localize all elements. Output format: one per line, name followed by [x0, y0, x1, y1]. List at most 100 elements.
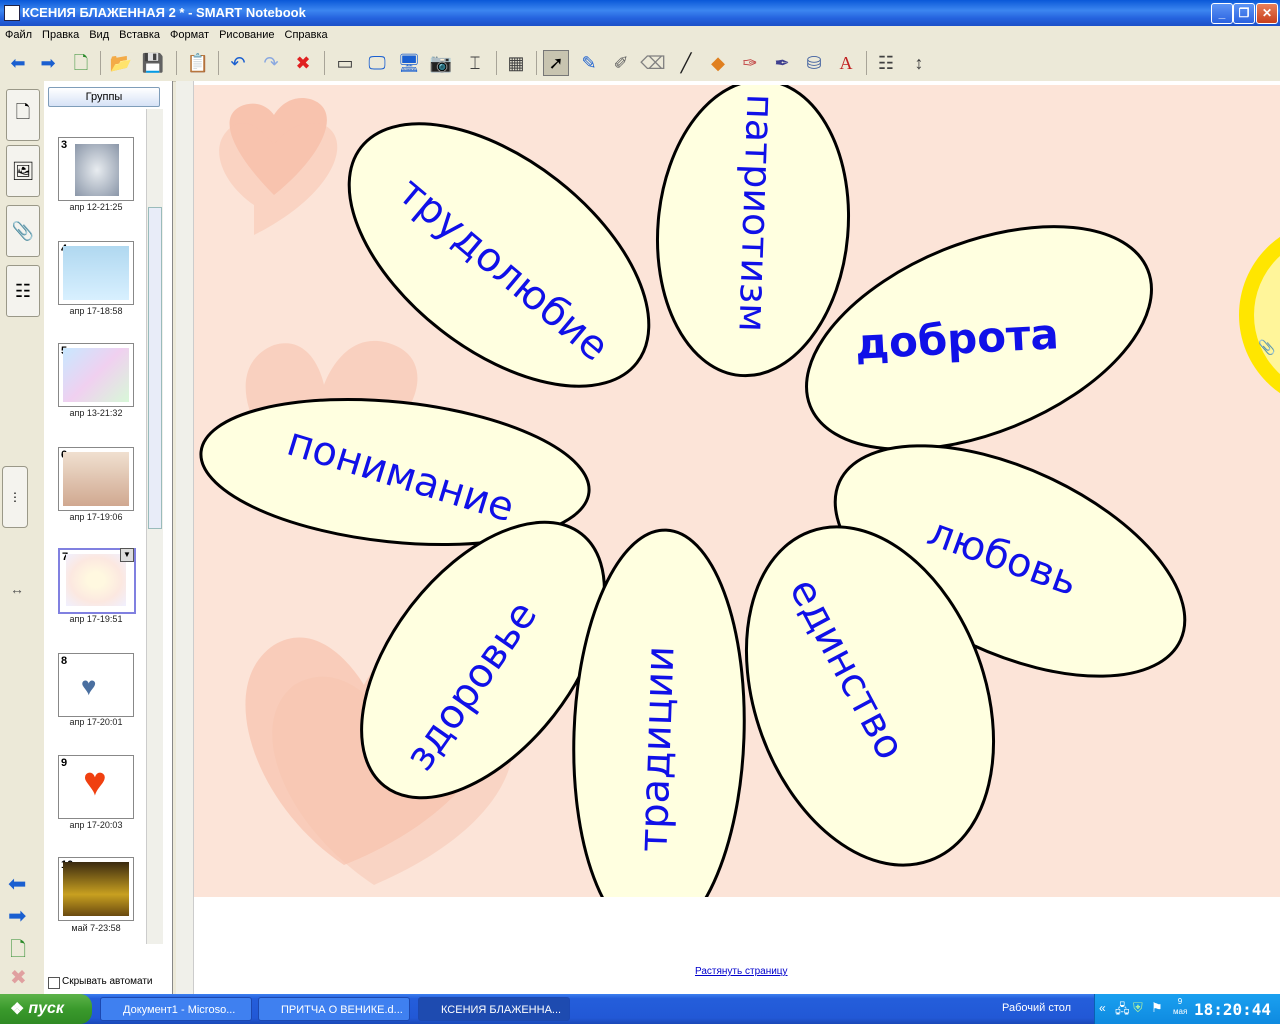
thumbnail-image [63, 348, 129, 402]
attachment-clip-icon[interactable]: 📎 [1258, 339, 1275, 356]
full-screen-icon[interactable]: 🖵 [364, 50, 390, 76]
side-tabs: 🗋 🖼 📎 ☷ ⋮ ↔ ⬅ ➡ 🗋 ✖ [0, 81, 45, 994]
thumbnail-number: 3 [61, 139, 68, 151]
dual-page-icon[interactable]: 🖥 [396, 50, 422, 76]
language-flag-icon[interactable]: ⚑ [1151, 1000, 1163, 1016]
thumbnail-image [75, 144, 119, 196]
thumbnail-date: апр 13-21:32 [69, 408, 123, 418]
flower-canvas: трудолюбие патриотизм доброта понимание … [199, 85, 1280, 897]
previous-page-icon[interactable]: ⬅ [8, 871, 26, 897]
text-icon[interactable]: A [833, 50, 859, 76]
add-page-icon[interactable]: 🗋 [68, 50, 94, 76]
fire-heart-icon: ♥ [83, 760, 107, 804]
maximize-button[interactable]: ❐ [1233, 3, 1255, 24]
taskbar: ❖ пуск Документ1 - Microso... ПРИТЧА О ВЕ… [0, 994, 1280, 1024]
menu-view[interactable]: Вид [84, 26, 114, 41]
windows-logo-icon: ❖ [10, 1001, 25, 1018]
hide-label: Скрывать автомати [62, 976, 153, 987]
delete-icon[interactable]: ✖ [290, 50, 316, 76]
eraser-icon[interactable]: ⌫ [640, 50, 666, 76]
task-pritcha-document[interactable]: ПРИТЧА О ВЕНИКЕ.d... [258, 997, 410, 1021]
stretch-page-link[interactable]: Растянуть страницу [695, 966, 788, 977]
network-icon[interactable]: 🖧 [1115, 1000, 1130, 1022]
thumbnail-number: 9 [61, 757, 68, 769]
page-thumbnail[interactable]: 3 [58, 137, 134, 201]
page-icon: 🗋 [15, 102, 31, 122]
close-button[interactable]: ✕ [1256, 3, 1278, 24]
gallery-tab[interactable]: 🖼 [6, 145, 40, 197]
page-sorter-tab[interactable]: 🗋 [6, 89, 40, 141]
tray-expand-icon[interactable]: « [1099, 1001, 1106, 1015]
menu-help[interactable]: Справка [280, 26, 333, 41]
page-thumbnail-selected[interactable]: 7 ▼ [58, 548, 136, 614]
menu-insert[interactable]: Вставка [114, 26, 165, 41]
delete-page-icon[interactable]: ✖ [10, 965, 27, 990]
next-page-icon[interactable]: ➡ [8, 903, 26, 929]
menu-format[interactable]: Формат [165, 26, 214, 41]
page-thumbnail[interactable]: 9 ♥ [58, 755, 134, 819]
table-icon[interactable]: ▦ [503, 50, 529, 76]
start-button[interactable]: ❖ пуск [0, 994, 92, 1024]
desktop-toolbar-label[interactable]: Рабочий стол [1002, 1002, 1071, 1014]
minimize-button[interactable]: _ [1211, 3, 1233, 24]
undo-icon[interactable]: ↶ [225, 50, 251, 76]
groups-button[interactable]: Группы [48, 87, 160, 107]
thumbnail-date: апр 12-21:25 [69, 202, 123, 212]
canvas-scrollbar[interactable] [176, 81, 194, 994]
thumbnail-image [66, 554, 126, 606]
notebook-page: трудолюбие патриотизм доброта понимание … [194, 85, 1280, 897]
title-bar: КСЕНИЯ БЛАЖЕННАЯ 2 * - SMART Notebook _ … [0, 0, 1280, 26]
forward-icon[interactable]: ➡ [35, 50, 61, 76]
menu-bar: Файл Правка Вид Вставка Формат Рисование Справ… [0, 26, 1280, 45]
thumbnail-date: апр 17-20:01 [69, 717, 123, 727]
antivirus-icon[interactable]: ⛨ [1133, 1000, 1143, 1016]
thumbnail-date: апр 17-20:03 [69, 820, 123, 830]
page-thumbnail[interactable]: 6 [58, 447, 134, 511]
smart-notebook-app-icon [4, 5, 20, 21]
properties-icon[interactable]: ☷ [873, 50, 899, 76]
document-camera-icon[interactable]: ⌶ [462, 50, 488, 76]
redo-icon[interactable]: ↷ [258, 50, 284, 76]
thumbnail-menu-icon[interactable]: ▼ [120, 548, 134, 562]
paste-icon[interactable]: 📋 [185, 50, 211, 76]
paperclip-icon: 📎 [11, 220, 35, 241]
thumbnail-number: 8 [61, 655, 68, 667]
collapse-sidebar-handle[interactable]: ⋮ [2, 466, 28, 528]
thumbnail-date: апр 17-18:58 [69, 306, 123, 316]
back-icon[interactable]: ⬅ [5, 50, 31, 76]
resize-arrows-icon[interactable]: ↔ [10, 581, 24, 597]
line-icon[interactable]: ╱ [673, 50, 699, 76]
hide-checkbox[interactable] [48, 977, 60, 989]
page-sorter: Группы 3 апр 12-21:25 4 апр 17-18:58 5 а… [44, 81, 173, 994]
creative-pen-icon[interactable]: ✐ [608, 50, 634, 76]
open-folder-icon[interactable]: 📂 [108, 50, 134, 76]
pen-star-icon[interactable]: ✒ [769, 50, 795, 76]
capture-icon[interactable]: 📷 [428, 50, 454, 76]
menu-draw[interactable]: Рисование [214, 26, 279, 41]
petal-label: традиции [630, 645, 683, 853]
screen-shade-icon[interactable]: ▭ [332, 50, 358, 76]
fill-icon[interactable]: ⛁ [801, 50, 827, 76]
attachments-tab[interactable]: 📎 [6, 205, 40, 257]
toolbar: ⬅ ➡ 🗋 📂 💾 📋 ↶ ↷ ✖ ▭ 🖵 🖥 📷 ⌶ ▦ ➚ ✎ ✐ ⌫ ╱ … [0, 45, 1280, 82]
properties-tab[interactable]: ☷ [6, 265, 40, 317]
blue-heart-icon: ♥ [81, 671, 97, 701]
pen-icon[interactable]: ✎ [576, 50, 602, 76]
shapes-icon[interactable]: ◆ [705, 50, 731, 76]
thumbnail-date: апр 17-19:06 [69, 512, 123, 522]
task-smart-notebook[interactable]: КСЕНИЯ БЛАЖЕННА... [418, 997, 570, 1021]
thumbnail-date: апр 17-19:51 [69, 614, 123, 624]
task-word-document[interactable]: Документ1 - Microso... [100, 997, 252, 1021]
page-thumbnail[interactable]: 10 [58, 857, 134, 921]
page-thumbnail[interactable]: 5 [58, 343, 134, 407]
magic-pen-icon[interactable]: ✑ [737, 50, 763, 76]
menu-edit[interactable]: Правка [37, 26, 84, 41]
move-toolbar-icon[interactable]: ↕ [906, 50, 932, 76]
select-icon[interactable]: ➚ [543, 50, 569, 76]
sorter-scroll-thumb[interactable] [148, 207, 162, 529]
page-thumbnail[interactable]: 8 ♥ [58, 653, 134, 717]
add-page-icon[interactable]: 🗋 [10, 935, 26, 969]
page-thumbnail[interactable]: 4 [58, 241, 134, 305]
menu-file[interactable]: Файл [0, 26, 37, 41]
save-icon[interactable]: 💾 [140, 50, 166, 76]
